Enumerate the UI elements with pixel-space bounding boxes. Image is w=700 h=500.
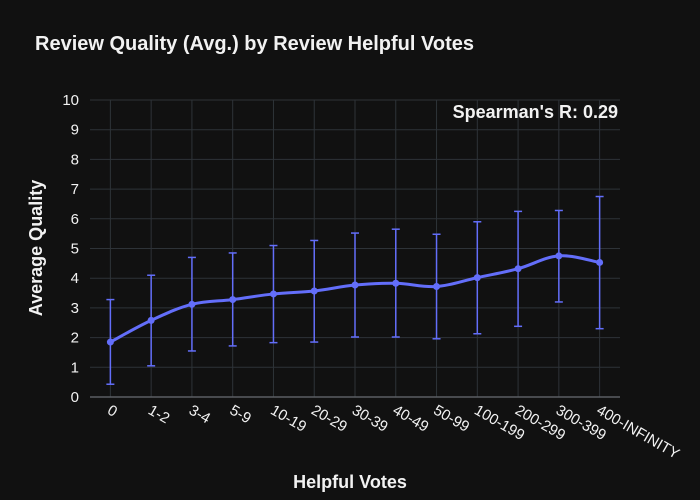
chart-title: Review Quality (Avg.) by Review Helpful … — [35, 33, 474, 55]
data-point-2 — [188, 300, 196, 308]
y-tick-4: 4 — [71, 270, 79, 287]
data-point-6 — [351, 281, 359, 289]
x-tick-0: 0 — [104, 402, 120, 421]
chart-root: Review Quality (Avg.) by Review Helpful … — [0, 0, 700, 500]
x-tick-7: 40-49 — [390, 402, 432, 436]
x-tick-5: 20-29 — [308, 402, 350, 436]
chart-svg: Review Quality (Avg.) by Review Helpful … — [26, 33, 682, 492]
y-tick-6: 6 — [71, 211, 79, 228]
y-tick-2: 2 — [71, 330, 79, 347]
y-tick-labels: 0 1 2 3 4 5 6 7 8 9 10 — [62, 92, 79, 406]
data-point-11 — [555, 252, 563, 260]
x-tick-8: 50-99 — [431, 402, 473, 436]
data-point-3 — [229, 296, 237, 304]
y-tick-1: 1 — [71, 359, 79, 376]
data-point-0 — [106, 338, 114, 346]
x-tick-6: 30-39 — [349, 402, 391, 436]
data-point-12 — [596, 258, 604, 266]
data-point-5 — [310, 287, 318, 295]
x-tick-3: 5-9 — [227, 402, 254, 428]
y-tick-8: 8 — [71, 151, 79, 168]
data-point-7 — [392, 279, 400, 287]
y-tick-0: 0 — [71, 389, 79, 406]
y-tick-10: 10 — [62, 92, 79, 109]
y-axis-title: Average Quality — [26, 180, 46, 316]
y-tick-5: 5 — [71, 241, 79, 258]
x-tick-4: 10-19 — [267, 402, 309, 436]
y-tick-3: 3 — [71, 300, 79, 317]
data-point-10 — [514, 265, 522, 273]
data-point-4 — [269, 290, 277, 298]
y-tick-7: 7 — [71, 181, 79, 198]
x-axis-title: Helpful Votes — [293, 472, 407, 492]
x-tick-2: 3-4 — [186, 402, 213, 428]
x-tick-labels: 0 1-2 3-4 5-9 10-19 20-29 30-39 40-49 50-99 100-1… — [104, 402, 682, 463]
data-point-1 — [147, 316, 155, 324]
data-point-9 — [473, 274, 481, 282]
y-tick-9: 9 — [71, 122, 79, 139]
data-point-8 — [433, 283, 441, 291]
x-tick-1: 1-2 — [145, 402, 172, 428]
spearman-annotation: Spearman's R: 0.29 — [453, 102, 618, 122]
